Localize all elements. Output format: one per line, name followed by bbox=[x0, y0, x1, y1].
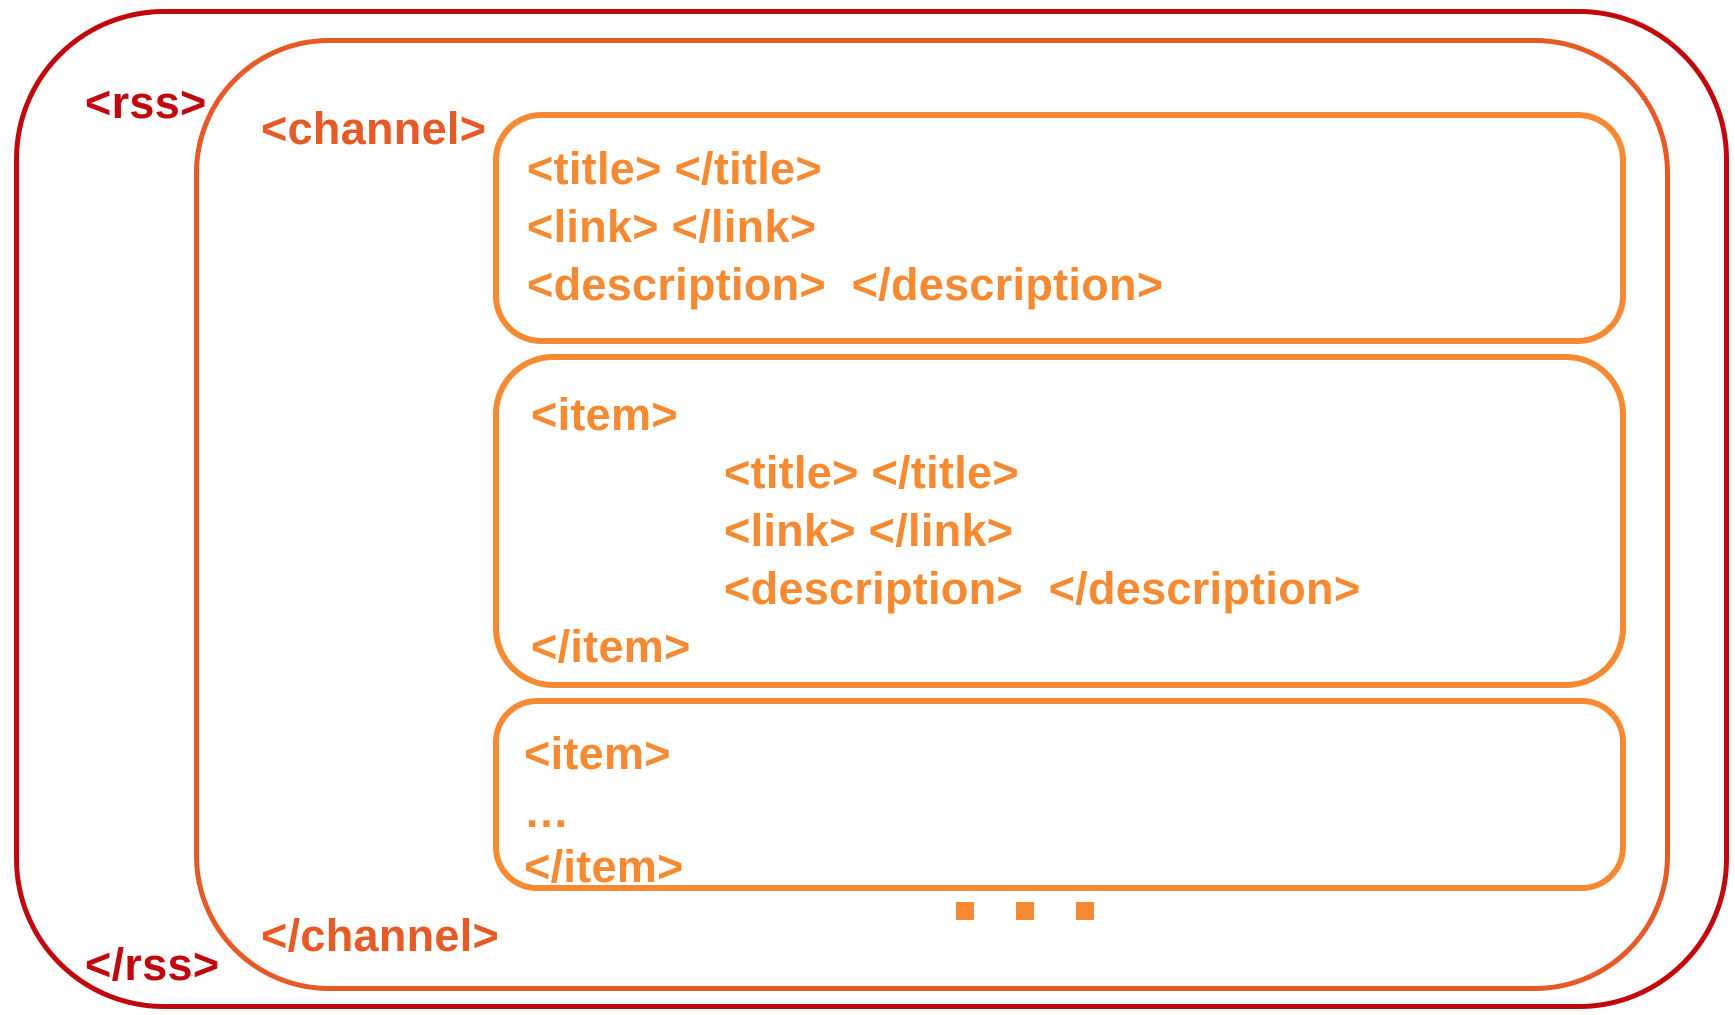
channel-link-tag: <link> </link> bbox=[527, 201, 817, 252]
item-ellipsis: … bbox=[524, 786, 570, 837]
item-close-tag: </item> bbox=[524, 841, 684, 892]
continuation-dot bbox=[1076, 902, 1094, 920]
item-close-tag: </item> bbox=[531, 621, 691, 672]
item-open-tag: <item> bbox=[531, 389, 678, 440]
item-description-tag: <description> </description> bbox=[724, 563, 1361, 614]
item-link-tag: <link> </link> bbox=[724, 505, 1014, 556]
continuation-dot bbox=[1016, 902, 1034, 920]
channel-close-tag: </channel> bbox=[261, 910, 500, 961]
channel-open-tag: <channel> bbox=[261, 103, 487, 154]
rss-open-tag: <rss> bbox=[85, 77, 207, 128]
item-open-tag: <item> bbox=[524, 728, 671, 779]
item-title-tag: <title> </title> bbox=[724, 447, 1019, 498]
channel-title-tag: <title> </title> bbox=[527, 143, 822, 194]
rss-close-tag: </rss> bbox=[85, 939, 220, 990]
continuation-dot bbox=[956, 902, 974, 920]
channel-description-tag: <description> </description> bbox=[527, 259, 1164, 310]
